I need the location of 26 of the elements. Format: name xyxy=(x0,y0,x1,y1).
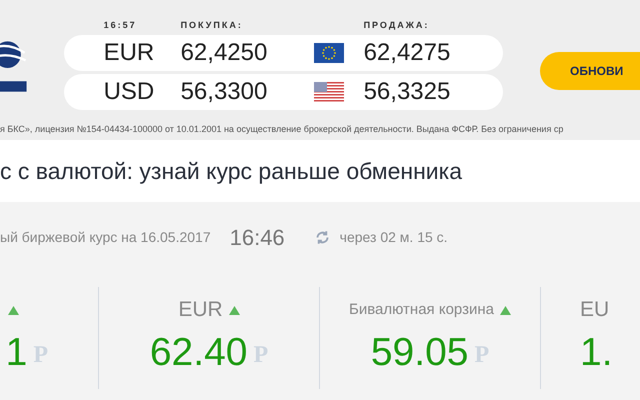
quote-label: Бивалютная корзина xyxy=(349,300,494,320)
buy-header: ПОКУПКА: xyxy=(180,19,244,32)
sell-header: ПРОДАЖА: xyxy=(364,19,430,32)
page-heading: с с валютой: узнай курс раньше обменника xyxy=(0,156,462,186)
eu-flag-icon xyxy=(314,43,344,63)
exchange-time: 16:46 xyxy=(230,224,285,252)
refresh-button[interactable]: ОБНОВИ xyxy=(540,52,640,90)
sell-rate: 56,3325 xyxy=(364,77,450,107)
buy-rate: 62,4250 xyxy=(180,38,268,68)
quote-value: 62.40 xyxy=(150,331,248,375)
quote-label: EUR xyxy=(178,297,223,324)
exchange-rate-label: ый биржевой курс на 16.05.2017 xyxy=(0,228,211,247)
logo-icon xyxy=(0,40,27,94)
refresh-icon xyxy=(314,230,330,244)
quote-value: 59.05 xyxy=(370,331,468,375)
quote-label: EU xyxy=(580,297,610,324)
rates-time: 16:57 xyxy=(104,19,138,32)
license-disclaimer: я БКС», лицензия №154-04434-100000 от 10.01.2001 на осуществление брокерской деятельности. Выдана ФСФР. Без ограничения ср xyxy=(0,123,564,136)
quote-value: 1. xyxy=(580,331,613,375)
quote-value: 1 xyxy=(6,331,28,375)
us-flag-icon xyxy=(314,82,344,102)
currency-code: EUR xyxy=(104,38,156,68)
buy-rate: 56,3300 xyxy=(180,77,268,107)
countdown-text: через 02 м. 15 с. xyxy=(340,228,448,247)
currency-code: USD xyxy=(104,77,156,107)
sell-rate: 62,4275 xyxy=(364,38,450,68)
